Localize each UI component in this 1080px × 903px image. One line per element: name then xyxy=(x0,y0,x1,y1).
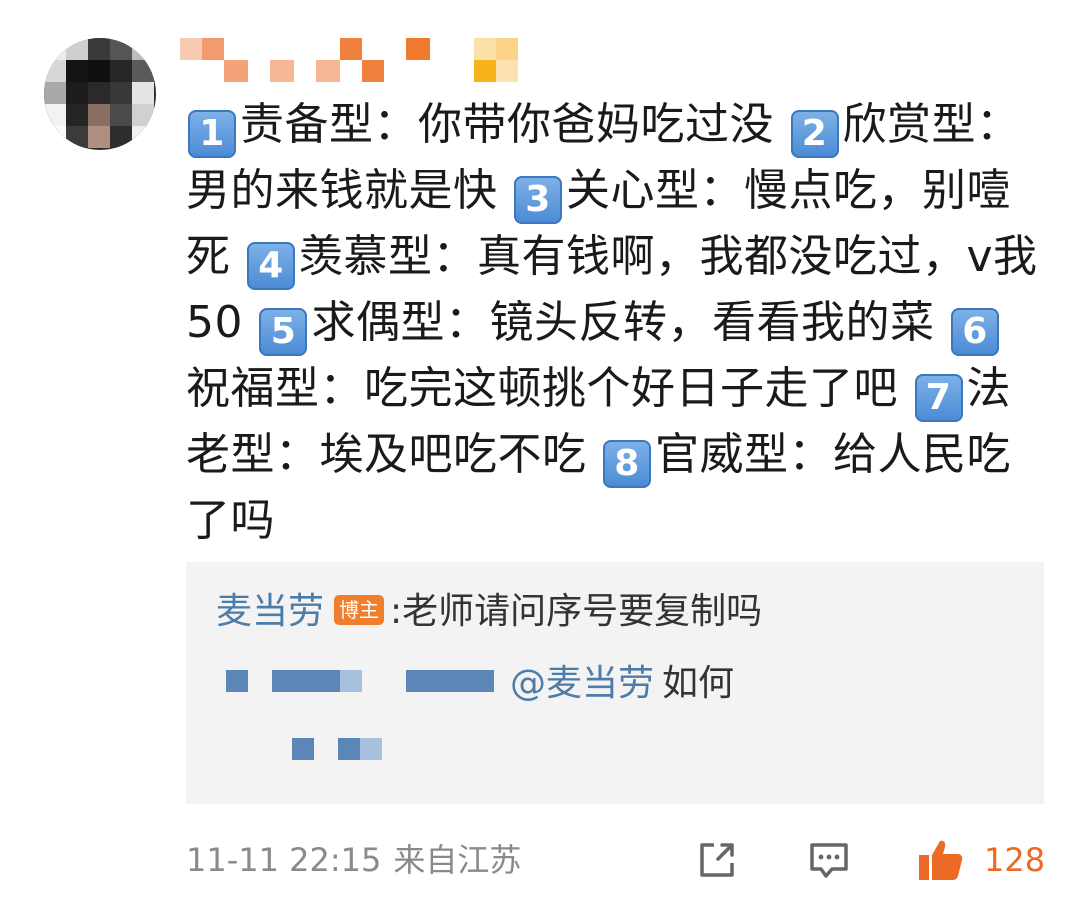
pixelated-name-block[interactable] xyxy=(340,670,362,692)
username-pixelated[interactable] xyxy=(180,38,540,86)
comment-footer: 11-11 22:15 来自江苏 128 xyxy=(186,835,1046,885)
keycap-5: 5 xyxy=(259,308,308,356)
comment-item-6: 祝福型：吃完这顿挑个好日子走了吧 xyxy=(186,363,913,414)
share-button[interactable] xyxy=(694,837,740,883)
pixelated-name-block[interactable] xyxy=(406,670,494,692)
pixelated-name-block[interactable] xyxy=(272,670,340,692)
share-icon xyxy=(700,843,734,877)
reply-row-3 xyxy=(286,734,486,764)
comment-item-1: 责备型：你带你爸妈吃过没 xyxy=(240,99,789,150)
pixelated-name-block[interactable] xyxy=(338,738,360,760)
keycap-6: 6 xyxy=(950,308,999,356)
keycap-7: 7 xyxy=(914,374,963,422)
mention-text: @麦当劳 如何 xyxy=(510,658,734,710)
reply-box[interactable]: 麦当劳 博主:老师请问序号要复制吗 @麦当劳 如何 xyxy=(186,562,1044,804)
keycap-3: 3 xyxy=(514,176,562,224)
reply-row: 麦当劳 博主:老师请问序号要复制吗 xyxy=(216,586,762,638)
comment-item-5: 求偶型：镜头反转，看看我的菜 xyxy=(311,297,949,348)
comment-text: 1 责备型：你带你爸妈吃过没 2 欣赏型：男的来钱就是快 3 关心型：慢点吃，别噎死 … xyxy=(186,92,1046,554)
avatar[interactable] xyxy=(44,38,156,150)
pixelated-name-block[interactable] xyxy=(226,670,248,692)
keycap-8: 8 xyxy=(603,440,651,488)
comment-meta: 11-11 22:15 来自江苏 xyxy=(186,837,521,883)
reply-button[interactable] xyxy=(806,837,852,883)
keycap-1: 1 xyxy=(188,110,236,158)
reply-row-2: @麦当劳 如何 xyxy=(226,658,1026,710)
like-count: 128 xyxy=(984,841,1046,879)
pixelated-name-block[interactable] xyxy=(292,738,314,760)
author-badge: 博主 xyxy=(334,595,385,625)
reply-author-link[interactable]: 麦当劳 xyxy=(216,591,324,632)
pixelated-name-block[interactable] xyxy=(360,738,382,760)
like-button[interactable]: 128 xyxy=(916,837,1046,883)
location: 来自江苏 xyxy=(393,841,522,879)
timestamp: 11-11 22:15 xyxy=(186,841,382,879)
keycap-4: 4 xyxy=(247,242,295,290)
thumbs-up-icon xyxy=(919,840,963,880)
reply-text: :老师请问序号要复制吗 xyxy=(390,591,763,632)
comment-icon xyxy=(810,843,848,878)
mention-tail: 如何 xyxy=(662,663,735,704)
keycap-2: 2 xyxy=(790,110,839,158)
mention-link[interactable]: @麦当劳 xyxy=(510,663,654,704)
